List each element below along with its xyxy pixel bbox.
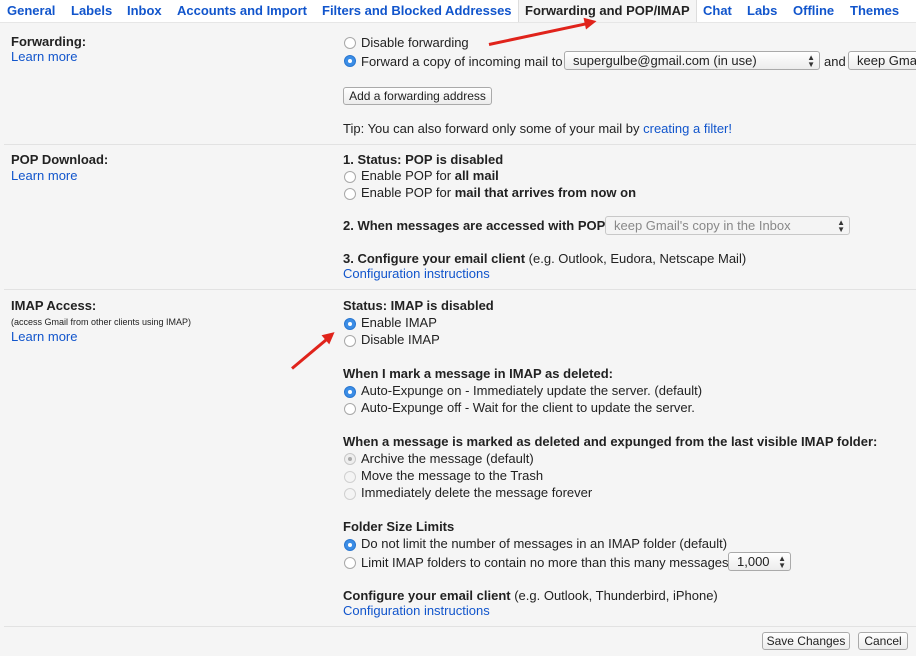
forward-copy-radio[interactable]	[344, 55, 356, 67]
select-arrows-icon: ▲ ▼	[837, 218, 845, 234]
disable-forwarding-label: Disable forwarding	[361, 35, 469, 50]
pop-configure-label: 3. Configure your email client	[343, 251, 526, 266]
pop-title: POP Download:	[11, 152, 109, 167]
forward-address-select[interactable]: supergulbe@gmail.com (in use) ▲ ▼	[564, 51, 820, 70]
cancel-button[interactable]: Cancel	[858, 632, 908, 650]
pop-accessed-select[interactable]: keep Gmail's copy in the Inbox ▲ ▼	[605, 216, 850, 235]
annotation-arrow-icon	[488, 20, 593, 46]
pop-configure: 3. Configure your email client (e.g. Out…	[343, 251, 746, 266]
delete-forever-label: Immediately delete the message forever	[361, 485, 593, 500]
expunge-on-radio[interactable]	[344, 386, 356, 398]
tab-filters[interactable]: Filters and Blocked Addresses	[322, 3, 512, 18]
no-limit-radio[interactable]	[344, 539, 356, 551]
limit-folders-label: Limit IMAP folders to contain no more th…	[361, 555, 729, 570]
tab-forwarding[interactable]: Forwarding and POP/IMAP	[518, 0, 697, 22]
move-to-trash-label: Move the message to the Trash	[361, 468, 544, 483]
pop-accessed-value: keep Gmail's copy in the Inbox	[614, 218, 791, 233]
pop-status-label: 1. Status:	[343, 152, 406, 167]
imap-configure: Configure your email client (e.g. Outloo…	[343, 588, 718, 603]
pop-enable-all-bold: all mail	[454, 168, 499, 183]
forward-keep-select[interactable]: keep Gmail's copy in the Inbox	[848, 51, 916, 70]
disable-imap-label: Disable IMAP	[361, 332, 440, 347]
add-forwarding-address-button[interactable]: Add a forwarding address	[343, 87, 492, 105]
select-arrows-icon: ▲ ▼	[778, 554, 786, 570]
tab-chat[interactable]: Chat	[703, 3, 732, 18]
pop-enable-now-radio[interactable]	[344, 188, 356, 200]
expunge-on-label: Auto-Expunge on - Immediately update the…	[361, 383, 703, 398]
forwarding-title: Forwarding:	[11, 34, 87, 49]
imap-learn-more-link[interactable]: Learn more	[11, 329, 77, 344]
disable-forwarding-radio[interactable]	[344, 37, 356, 49]
pop-enable-now-text: Enable POP for	[361, 185, 455, 200]
pop-config-instructions-link[interactable]: Configuration instructions	[343, 266, 490, 281]
archive-message-label: Archive the message (default)	[361, 451, 534, 466]
tab-labs[interactable]: Labs	[747, 3, 777, 18]
forward-and-label: and	[824, 54, 846, 69]
imap-expunged-heading: When a message is marked as deleted and …	[343, 434, 878, 449]
tab-general[interactable]: General	[7, 3, 55, 18]
pop-enable-all-radio[interactable]	[344, 171, 356, 183]
imap-title: IMAP Access:	[11, 298, 97, 313]
folder-limit-value: 1,000	[737, 554, 770, 569]
disable-imap-radio[interactable]	[344, 335, 356, 347]
select-arrows-icon: ▲ ▼	[807, 53, 815, 69]
footer-divider	[4, 626, 916, 627]
imap-status: Status: IMAP is disabled	[343, 298, 494, 313]
folder-size-heading: Folder Size Limits	[343, 519, 455, 534]
forward-address-value: supergulbe@gmail.com (in use)	[573, 53, 757, 68]
tab-inbox[interactable]: Inbox	[127, 3, 162, 18]
section-divider	[4, 144, 916, 145]
expunge-off-radio[interactable]	[344, 403, 356, 415]
tab-labels[interactable]: Labels	[71, 3, 112, 18]
limit-folders-radio[interactable]	[344, 557, 356, 569]
pop-status: 1. Status: POP is disabled	[343, 152, 503, 167]
tab-offline[interactable]: Offline	[793, 3, 834, 18]
forwarding-tip: Tip: You can also forward only some of y…	[343, 121, 732, 136]
imap-configure-examples: (e.g. Outlook, Thunderbird, iPhone)	[514, 588, 718, 603]
annotation-arrow-icon	[291, 333, 333, 370]
forward-copy-label: Forward a copy of incoming mail to	[361, 54, 563, 69]
settings-tabs: General Labels Inbox Accounts and Import…	[0, 0, 916, 23]
pop-accessed-label: 2. When messages are accessed with POP	[343, 218, 606, 233]
imap-configure-label: Configure your email client	[343, 588, 511, 603]
forward-keep-value: keep Gmail's copy in the Inbox	[857, 53, 916, 68]
archive-message-radio[interactable]	[344, 453, 356, 465]
enable-imap-label: Enable IMAP	[361, 315, 437, 330]
save-changes-button[interactable]: Save Changes	[762, 632, 850, 650]
pop-enable-now-label: Enable POP for mail that arrives from no…	[361, 185, 636, 200]
create-filter-link[interactable]: creating a filter!	[643, 121, 732, 136]
pop-enable-now-bold: mail that arrives from now on	[454, 185, 637, 200]
pop-status-value: POP is disabled	[405, 152, 504, 167]
tab-themes[interactable]: Themes	[850, 3, 899, 18]
imap-config-instructions-link[interactable]: Configuration instructions	[343, 603, 490, 618]
move-to-trash-radio[interactable]	[344, 471, 356, 483]
pop-enable-all-text: Enable POP for	[361, 168, 455, 183]
section-divider	[4, 289, 916, 290]
tab-accounts[interactable]: Accounts and Import	[177, 3, 307, 18]
forwarding-tip-text: Tip: You can also forward only some of y…	[343, 121, 640, 136]
pop-enable-all-label: Enable POP for all mail	[361, 168, 499, 183]
forwarding-learn-more-link[interactable]: Learn more	[11, 49, 77, 64]
pop-configure-examples: (e.g. Outlook, Eudora, Netscape Mail)	[528, 251, 747, 266]
no-limit-label: Do not limit the number of messages in a…	[361, 536, 728, 551]
imap-deleted-heading: When I mark a message in IMAP as deleted…	[343, 366, 613, 381]
expunge-off-label: Auto-Expunge off - Wait for the client t…	[361, 400, 695, 415]
enable-imap-radio[interactable]	[344, 318, 356, 330]
pop-learn-more-link[interactable]: Learn more	[11, 168, 77, 183]
imap-subtitle: (access Gmail from other clients using I…	[11, 317, 192, 327]
delete-forever-radio[interactable]	[344, 488, 356, 500]
folder-limit-select[interactable]: 1,000 ▲ ▼	[728, 552, 791, 571]
